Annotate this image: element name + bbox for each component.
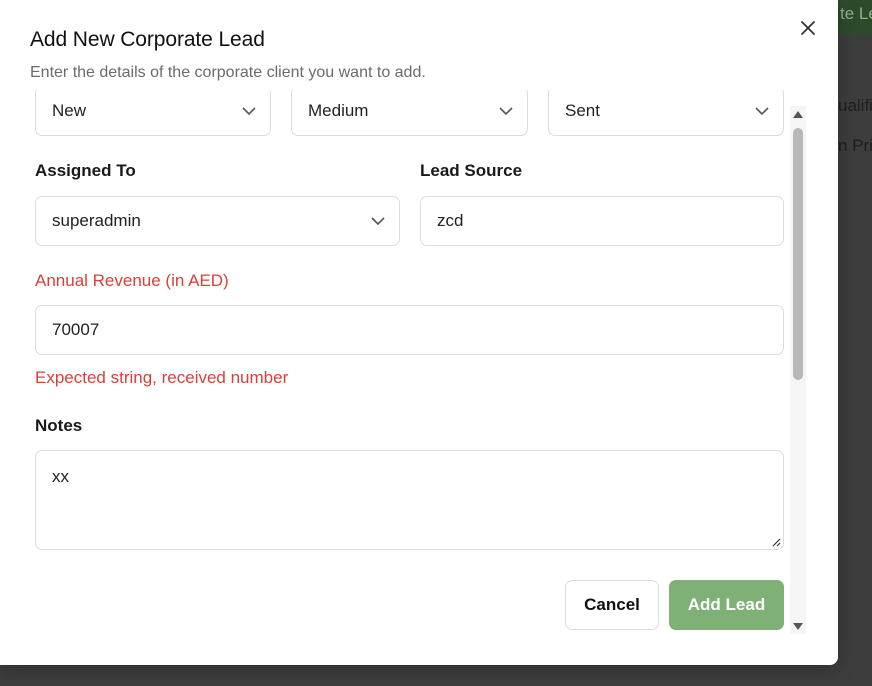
- annual-revenue-input[interactable]: 70007: [35, 305, 784, 355]
- scroll-up-arrow-icon[interactable]: [792, 108, 804, 120]
- annual-revenue-label: Annual Revenue (in AED): [35, 271, 229, 290]
- chevron-down-icon: [371, 214, 385, 228]
- cancel-button[interactable]: Cancel: [565, 580, 659, 630]
- proposal-select[interactable]: Sent: [548, 90, 784, 136]
- dialog-subtitle: Enter the details of the corporate clien…: [30, 64, 426, 81]
- notes-value: xx: [52, 467, 69, 486]
- lead-source-label: Lead Source: [420, 161, 523, 180]
- dialog-title: Add New Corporate Lead: [30, 28, 265, 51]
- add-lead-dialog: Add New Corporate Lead Enter the details…: [0, 0, 838, 665]
- scrollbar-thumb[interactable]: [793, 128, 803, 380]
- form-scroll-area: New Medium Sent Assigned To Lead Source …: [0, 90, 838, 645]
- priority-select[interactable]: Medium: [291, 90, 528, 136]
- annual-revenue-value: 70007: [52, 320, 100, 339]
- close-button[interactable]: [796, 16, 820, 40]
- status-select-value: New: [52, 101, 87, 120]
- lead-source-value: zcd: [437, 211, 464, 230]
- priority-select-value: Medium: [308, 101, 369, 120]
- notes-label: Notes: [35, 416, 83, 435]
- chevron-down-icon: [499, 104, 513, 118]
- chevron-down-icon: [755, 104, 769, 118]
- lead-source-input[interactable]: zcd: [420, 196, 784, 246]
- annual-revenue-error: Expected string, received number: [35, 368, 289, 387]
- assigned-to-select[interactable]: superadmin: [35, 196, 400, 246]
- add-lead-button[interactable]: Add Lead: [669, 580, 784, 630]
- proposal-select-value: Sent: [565, 101, 600, 120]
- status-select[interactable]: New: [35, 90, 271, 136]
- scroll-down-arrow-icon[interactable]: [792, 620, 804, 632]
- assigned-to-label: Assigned To: [35, 161, 136, 180]
- notes-textarea[interactable]: xx: [35, 450, 784, 550]
- background-text-fragment: n Pric: [838, 136, 872, 155]
- resize-handle-icon[interactable]: [771, 537, 781, 547]
- background-text-fragment: ualifi: [838, 96, 872, 115]
- chevron-down-icon: [242, 104, 256, 118]
- form-scrollbar[interactable]: [790, 106, 806, 634]
- assigned-to-value: superadmin: [52, 211, 141, 230]
- close-icon: [801, 21, 815, 35]
